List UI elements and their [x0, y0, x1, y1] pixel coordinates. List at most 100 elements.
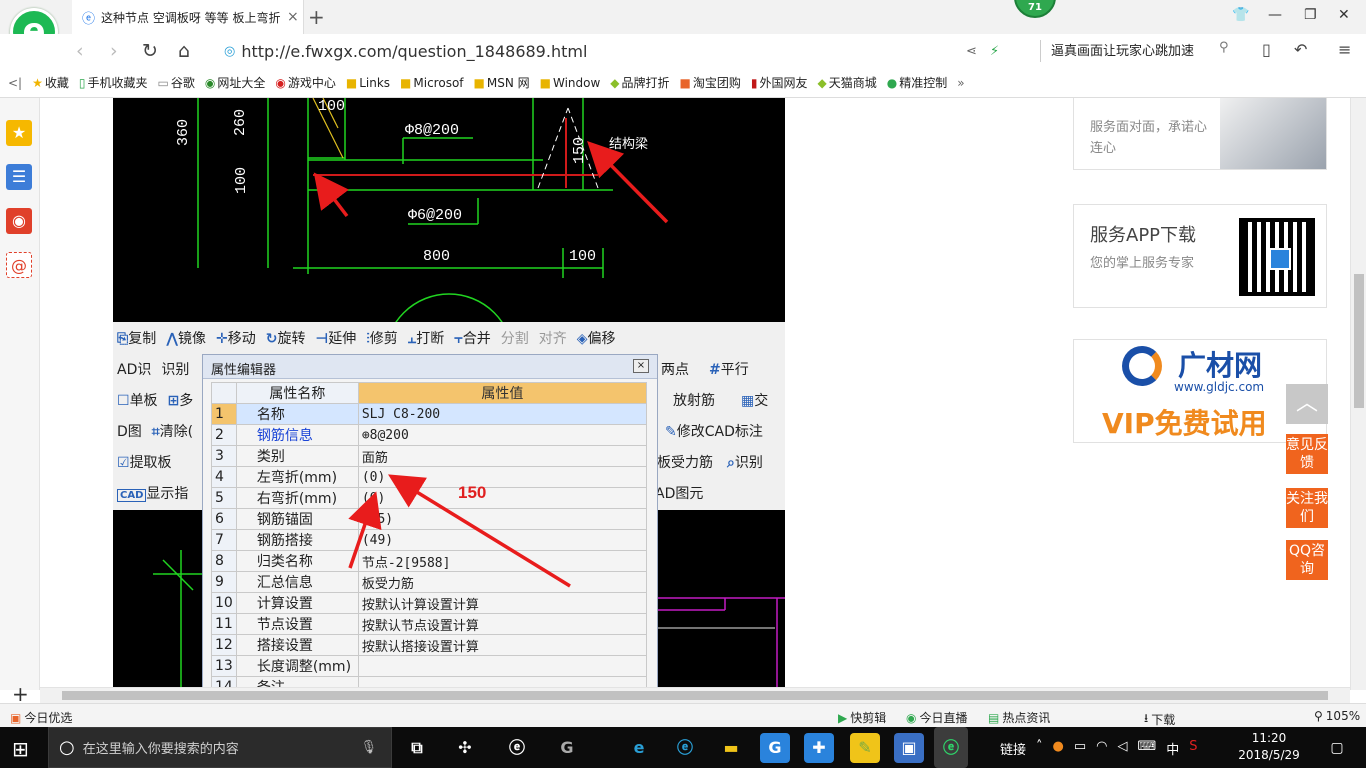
- more-bookmarks-icon[interactable]: »: [957, 76, 964, 90]
- pinwheel-app-icon[interactable]: ✣: [450, 733, 480, 763]
- bookmark-folder[interactable]: ■ Links: [346, 76, 390, 90]
- mail-icon[interactable]: @: [6, 252, 32, 278]
- follow-us-button[interactable]: 关注我们: [1286, 488, 1328, 528]
- ime-indicator[interactable]: 中: [1166, 739, 1179, 758]
- handshake-image: [1220, 98, 1326, 169]
- vertical-scroll-thumb[interactable]: [1354, 274, 1364, 408]
- vertical-scrollbar[interactable]: [1350, 98, 1366, 690]
- zoom-level[interactable]: ⚲ 105%: [1314, 709, 1360, 723]
- bookmark-item[interactable]: ★ 收藏: [32, 74, 69, 91]
- tray-up-icon[interactable]: ˄: [1036, 739, 1043, 758]
- bookmark-item[interactable]: ● 精准控制: [887, 74, 948, 91]
- sidebar-toggle-icon[interactable]: <|: [8, 76, 22, 90]
- annotation-arrow: [348, 491, 382, 569]
- windows-start-icon[interactable]: ⊞: [12, 737, 29, 761]
- horizontal-scrollbar[interactable]: [40, 687, 1350, 703]
- horizontal-scroll-thumb[interactable]: [62, 691, 1328, 700]
- tray-links[interactable]: 链接: [1000, 739, 1026, 758]
- close-tab-icon[interactable]: ×: [287, 9, 299, 25]
- task-view-icon[interactable]: ⧉: [402, 733, 432, 763]
- browser-tab[interactable]: ⓔ 这种节点 空调板呀 等等 板上弯折 ×: [72, 0, 304, 34]
- ie-icon: ⓔ: [82, 11, 96, 27]
- folder-icon: ■: [400, 75, 412, 90]
- keyboard-icon[interactable]: ⌨: [1138, 739, 1157, 758]
- action-center-icon[interactable]: ▢: [1322, 733, 1352, 763]
- browser-titlebar: ⓔ 这种节点 空调板呀 等等 板上弯折 × + 71 👕 — ❐ ✕: [0, 0, 1366, 34]
- lightning-icon[interactable]: ⚡: [990, 44, 999, 59]
- browser-statusbar: ▣ 今日优选 ▶ 快剪辑 ◉ 今日直播 ▤ 热点资讯 ⭳ 下载 ⚲ 105%: [0, 703, 1366, 727]
- favorites-star-icon[interactable]: ★: [6, 120, 32, 146]
- feedback-button[interactable]: 意见反馈: [1286, 434, 1328, 474]
- notes-app-icon[interactable]: ✎: [850, 733, 880, 763]
- edge-icon[interactable]: e: [624, 733, 654, 763]
- back-icon[interactable]: ‹: [76, 40, 84, 62]
- ie-browser-icon[interactable]: ⓔ: [502, 733, 532, 763]
- minimize-icon[interactable]: —: [1268, 7, 1282, 23]
- reader-icon[interactable]: ☰: [6, 164, 32, 190]
- leaf-icon: ◆: [610, 75, 620, 90]
- sogou-icon[interactable]: S: [1189, 739, 1197, 758]
- qq-consult-button[interactable]: QQ咨询: [1286, 540, 1328, 580]
- app-download-card[interactable]: 服务APP下载 您的掌上服务专家: [1073, 204, 1327, 308]
- file-explorer-icon[interactable]: ▬: [716, 733, 746, 763]
- restore-icon[interactable]: ❐: [1304, 7, 1317, 23]
- microphone-icon[interactable]: 🎙: [360, 740, 377, 755]
- app-download-subtitle: 您的掌上服务专家: [1090, 256, 1195, 271]
- weibo-icon[interactable]: ◉: [6, 208, 32, 234]
- app-plus-icon[interactable]: ✚: [804, 733, 834, 763]
- today-picks[interactable]: ▣ 今日优选: [10, 709, 72, 726]
- new-tab-icon[interactable]: +: [308, 5, 325, 29]
- phone-bookmark-icon: ▯: [78, 75, 86, 90]
- battery-icon[interactable]: ▭: [1074, 739, 1086, 758]
- close-window-icon[interactable]: ✕: [1338, 7, 1350, 23]
- bookmark-item[interactable]: ◆ 品牌打折: [610, 74, 669, 91]
- quick-clip[interactable]: ▶ 快剪辑: [838, 709, 886, 726]
- search-icon[interactable]: ⚲: [1219, 40, 1229, 55]
- bookmark-item[interactable]: ▮ 外国网友: [751, 74, 808, 91]
- photo-app-icon[interactable]: ▣: [894, 733, 924, 763]
- bookmark-folder[interactable]: ■ MSN 网: [474, 74, 530, 91]
- star-icon: ★: [32, 75, 43, 90]
- clock[interactable]: 11:20 2018/5/29: [1234, 730, 1304, 764]
- bookmark-item[interactable]: ◉ 网址大全: [205, 74, 266, 91]
- service-card[interactable]: 服务面对面，承诺心连心: [1073, 98, 1327, 170]
- search-input[interactable]: 逼真画面让玩家心跳加速 ⚲: [1040, 40, 1240, 62]
- notification-badge[interactable]: 71: [1014, 0, 1056, 18]
- internet-explorer-icon[interactable]: ⓔ: [670, 733, 700, 763]
- bookmarks-bar: <| ★ 收藏 ▯ 手机收藏夹 ▭ 谷歌 ◉ 网址大全 ◉ 游戏中心 ■ Links ■ Mi…: [0, 68, 1366, 98]
- left-sidebar: ★ ☰ ◉ @: [0, 98, 40, 690]
- web-icon: ◉: [204, 75, 216, 90]
- app-g-icon[interactable]: G: [760, 733, 790, 763]
- clock-date: 2018/5/29: [1238, 748, 1300, 762]
- bookmark-folder[interactable]: ■ Microsof: [400, 76, 463, 90]
- taobao-icon: ■: [679, 75, 691, 90]
- browser-360-icon[interactable]: ⓔ: [934, 727, 968, 768]
- bookmark-item[interactable]: ◉ 游戏中心: [275, 74, 336, 91]
- undo-icon[interactable]: ↶: [1294, 40, 1307, 59]
- taskbar-search-input[interactable]: ○ 在这里输入你要搜索的内容 🎙: [48, 727, 392, 768]
- home-icon[interactable]: ⌂: [178, 40, 190, 62]
- glodon-app-icon[interactable]: G: [552, 733, 582, 763]
- refresh-icon[interactable]: ↻: [142, 40, 158, 62]
- tray-app-icon[interactable]: ●: [1053, 739, 1064, 758]
- live-today[interactable]: ◉ 今日直播: [906, 709, 968, 726]
- bookmark-item[interactable]: ■ 淘宝团购: [680, 74, 741, 91]
- forward-icon[interactable]: ›: [110, 40, 118, 62]
- bookmark-folder[interactable]: ■ Window: [540, 76, 601, 90]
- wifi-icon[interactable]: ◠: [1096, 739, 1107, 758]
- shirt-icon[interactable]: 👕: [1232, 7, 1249, 23]
- url-field[interactable]: ◎ http://e.fwxgx.com/question_1848689.ht…: [224, 40, 964, 62]
- app-download-title: 服务APP下载: [1090, 225, 1197, 246]
- bookmark-item[interactable]: ◆ 天猫商城: [818, 74, 877, 91]
- phone-icon[interactable]: ▯: [1262, 40, 1271, 59]
- clock-time: 11:20: [1251, 731, 1287, 745]
- qr-code-icon: [1239, 218, 1315, 296]
- volume-icon[interactable]: ◁: [1118, 739, 1128, 758]
- share-icon[interactable]: ⋖: [966, 44, 977, 59]
- back-to-top-button[interactable]: ︿: [1286, 384, 1328, 424]
- hot-news[interactable]: ▤ 热点资讯: [988, 709, 1050, 726]
- bookmark-item[interactable]: ▭ 谷歌: [158, 74, 195, 91]
- menu-icon[interactable]: ≡: [1338, 40, 1351, 59]
- bookmark-item[interactable]: ▯ 手机收藏夹: [79, 74, 148, 91]
- service-subtitle: 服务面对面，承诺心连心: [1090, 120, 1208, 156]
